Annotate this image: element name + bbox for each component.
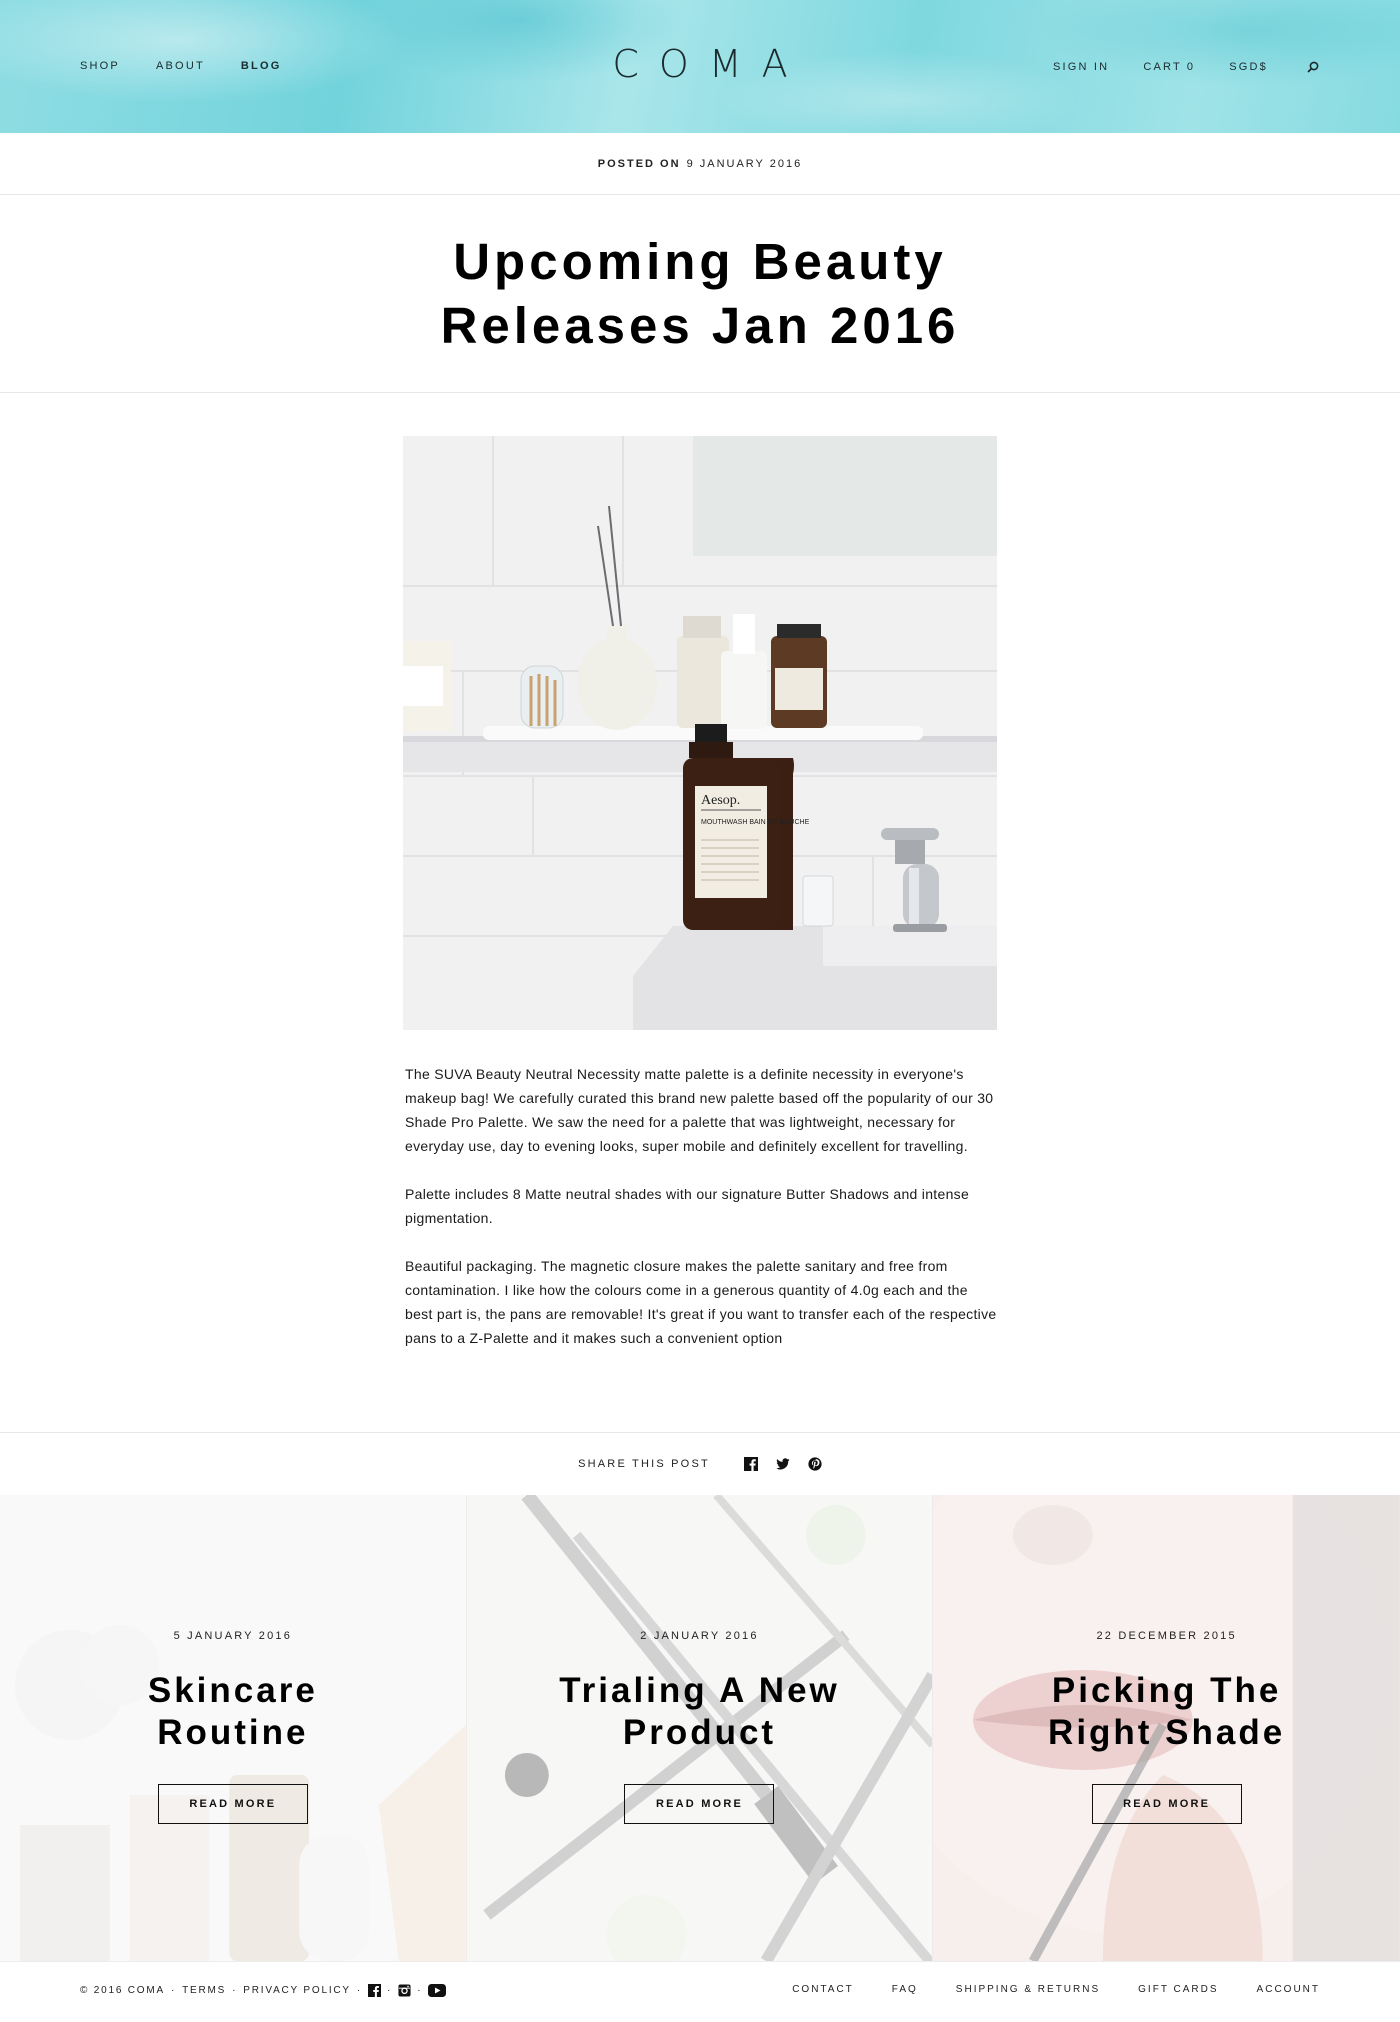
related-post-date: 22 DECEMBER 2015 <box>1096 1630 1237 1642</box>
related-post-card[interactable]: 5 JANUARY 2016 Skincare Routine READ MOR… <box>0 1495 467 1961</box>
post-date: 9 JANUARY 2016 <box>686 158 803 170</box>
post-paragraph-1: The SUVA Beauty Neutral Necessity matte … <box>405 1066 994 1154</box>
read-more-button[interactable]: READ MORE <box>1091 1784 1242 1824</box>
shipping-returns-link[interactable]: SHIPPING & RETURNS <box>956 1984 1100 1995</box>
terms-link[interactable]: TERMS <box>182 1985 226 1996</box>
account-nav: SIGN IN CART 0 SGD$ <box>1019 60 1320 74</box>
separator: · <box>170 1985 177 1996</box>
currency-selector[interactable]: SGD$ <box>1229 61 1268 73</box>
search-icon[interactable] <box>1306 60 1320 74</box>
share-bar: SHARE THIS POST <box>0 1432 1400 1495</box>
copyright: © 2016 COMA <box>80 1985 165 1996</box>
separator: · <box>356 1985 363 1996</box>
aesop-subtitle: MOUTHWASH BAIN DE BOUCHE <box>701 819 810 826</box>
related-posts: 5 JANUARY 2016 Skincare Routine READ MOR… <box>0 1495 1400 1961</box>
related-post-title[interactable]: Picking The Right Shade <box>1017 1670 1317 1754</box>
footer-nav: CONTACT FAQ SHIPPING & RETURNS GIFT CARD… <box>754 1984 1320 1995</box>
post-date-bar: POSTED ON 9 JANUARY 2016 <box>0 133 1400 195</box>
site-header: SHOP ABOUT BLOG COMA SIGN IN CART 0 SGD$ <box>0 0 1400 133</box>
post-paragraph-3: Beautiful packaging. The magnetic closur… <box>405 1258 997 1346</box>
post-hero-image: Aesop. MOUTHWASH BAIN DE BOUCHE <box>403 436 997 1030</box>
related-post-content: 2 JANUARY 2016 Trialing A New Product RE… <box>467 1495 933 1961</box>
post-title: Upcoming Beauty Releases Jan 2016 <box>440 232 960 354</box>
separator: · <box>387 1985 393 1996</box>
pinterest-icon[interactable] <box>808 1457 822 1471</box>
footer-legal: © 2016 COMA · TERMS · PRIVACY POLICY · ·… <box>80 1984 447 1997</box>
related-post-card[interactable]: 2 JANUARY 2016 Trialing A New Product RE… <box>466 1495 934 1961</box>
twitter-icon[interactable] <box>776 1457 790 1471</box>
site-footer: © 2016 COMA · TERMS · PRIVACY POLICY · ·… <box>0 1961 1400 2022</box>
facebook-icon[interactable] <box>743 1457 758 1471</box>
related-post-date: 5 JANUARY 2016 <box>173 1630 293 1642</box>
related-post-content: 5 JANUARY 2016 Skincare Routine READ MOR… <box>0 1495 466 1961</box>
contact-link[interactable]: CONTACT <box>792 1984 854 1995</box>
related-post-date: 2 JANUARY 2016 <box>640 1630 759 1642</box>
youtube-icon[interactable] <box>428 1984 447 1997</box>
related-post-content: 22 DECEMBER 2015 Picking The Right Shade… <box>933 1495 1400 1961</box>
read-more-button[interactable]: READ MORE <box>624 1784 775 1824</box>
account-link[interactable]: ACCOUNT <box>1257 1984 1320 1995</box>
instagram-icon[interactable] <box>398 1984 411 1997</box>
separator: · <box>417 1985 423 1996</box>
post-paragraph-2: Palette includes 8 Matte neutral shades … <box>405 1186 970 1226</box>
read-more-button[interactable]: READ MORE <box>157 1784 308 1824</box>
facebook-icon[interactable] <box>368 1984 382 1997</box>
related-post-card[interactable]: 22 DECEMBER 2015 Picking The Right Shade… <box>933 1495 1400 1961</box>
cart-link[interactable]: CART 0 <box>1143 61 1195 73</box>
posted-on-label: POSTED ON <box>597 158 681 170</box>
post-body: The SUVA Beauty Neutral Necessity matte … <box>405 1062 997 1374</box>
share-label: SHARE THIS POST <box>578 1458 710 1470</box>
faq-link[interactable]: FAQ <box>892 1984 918 1995</box>
related-post-title[interactable]: Trialing A New Product <box>549 1670 849 1754</box>
aesop-label-text: Aesop. <box>701 793 740 808</box>
sign-in-link[interactable]: SIGN IN <box>1053 61 1109 73</box>
gift-cards-link[interactable]: GIFT CARDS <box>1138 1984 1218 1995</box>
related-post-title[interactable]: Skincare Routine <box>83 1670 383 1754</box>
privacy-policy-link[interactable]: PRIVACY POLICY <box>243 1985 351 1996</box>
post-title-section: Upcoming Beauty Releases Jan 2016 <box>0 195 1400 393</box>
separator: · <box>232 1985 238 1996</box>
